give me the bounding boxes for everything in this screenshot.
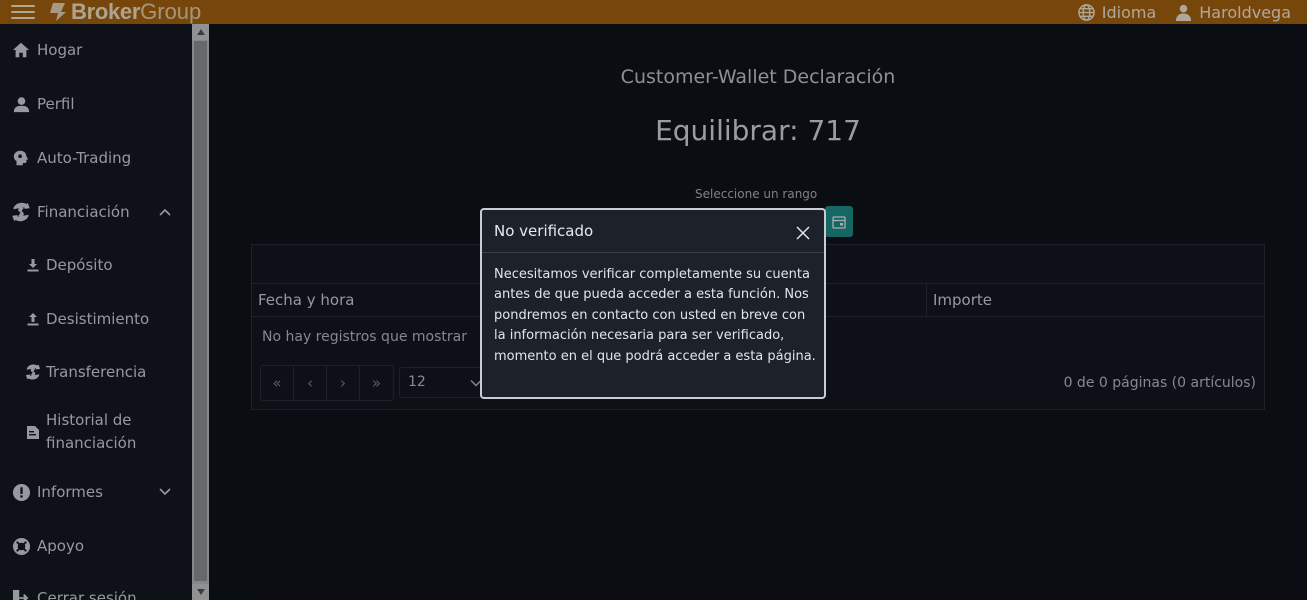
dialog-header: No verificado — [482, 210, 824, 253]
dialog-title: No verificado — [494, 222, 594, 240]
close-icon[interactable] — [796, 226, 810, 240]
not-verified-dialog: No verificado Necesitamos verificar comp… — [480, 208, 826, 399]
dialog-message: Necesitamos verificar completamente su c… — [494, 267, 816, 364]
